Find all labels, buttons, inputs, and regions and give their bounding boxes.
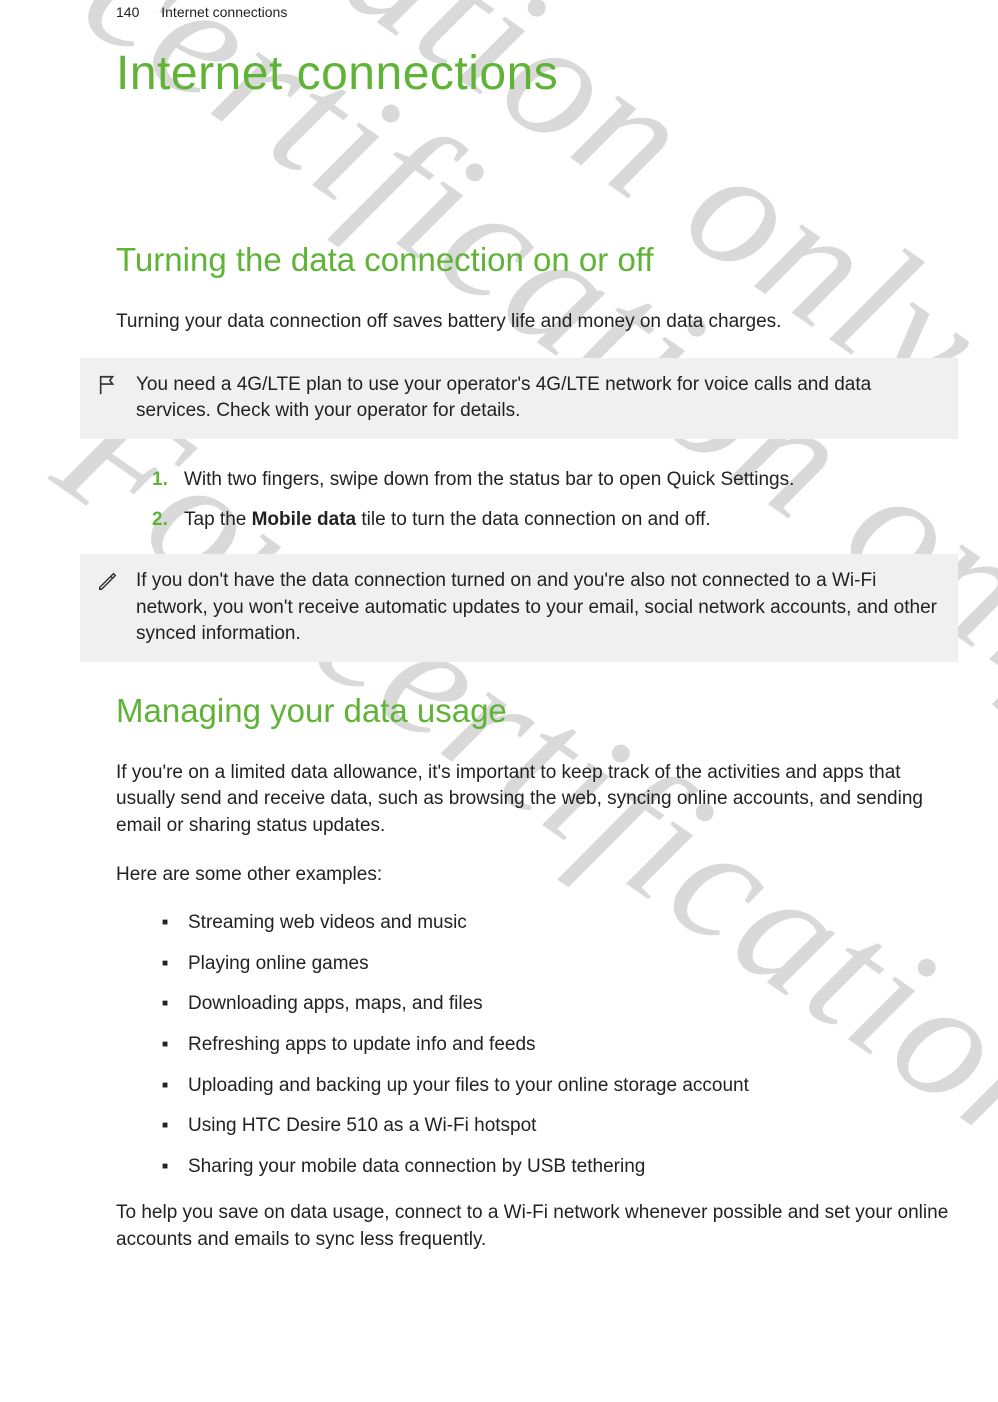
list-item: Refreshing apps to update info and feeds bbox=[162, 1032, 958, 1059]
step-text-suffix: tile to turn the data connection on and … bbox=[356, 509, 711, 530]
chapter-title: Internet connections bbox=[116, 46, 958, 101]
step-item: 1. With two fingers, swipe down from the… bbox=[152, 467, 958, 494]
list-item: Sharing your mobile data connection by U… bbox=[162, 1154, 958, 1181]
step-item: 2. Tap the Mobile data tile to turn the … bbox=[152, 507, 958, 534]
step-number: 2. bbox=[152, 507, 170, 534]
section2-p3: To help you save on data usage, connect … bbox=[116, 1200, 958, 1253]
steps-list: 1. With two fingers, swipe down from the… bbox=[152, 467, 958, 534]
examples-list: Streaming web videos and music Playing o… bbox=[162, 910, 958, 1180]
header-section-name: Internet connections bbox=[161, 4, 305, 20]
step-text: With two fingers, swipe down from the st… bbox=[184, 467, 794, 494]
callout-text: You need a 4G/LTE plan to use your opera… bbox=[136, 372, 938, 425]
page-header: 140 Internet connections bbox=[116, 0, 958, 20]
list-item: Downloading apps, maps, and files bbox=[162, 991, 958, 1018]
pencil-icon bbox=[96, 568, 120, 648]
page-number: 140 bbox=[116, 4, 157, 20]
manual-page: 140 Internet connections Internet connec… bbox=[0, 0, 998, 1253]
flag-icon bbox=[96, 372, 120, 425]
list-item: Streaming web videos and music bbox=[162, 910, 958, 937]
list-item: Uploading and backing up your files to y… bbox=[162, 1073, 958, 1100]
step-text-prefix: Tap the bbox=[184, 509, 252, 530]
step-text-bold: Mobile data bbox=[252, 509, 357, 530]
section-title: Turning the data connection on or off bbox=[116, 241, 958, 279]
step-number: 1. bbox=[152, 467, 170, 494]
list-item: Using HTC Desire 510 as a Wi-Fi hotspot bbox=[162, 1113, 958, 1140]
section1-intro: Turning your data connection off saves b… bbox=[116, 309, 958, 336]
section2-p1: If you're on a limited data allowance, i… bbox=[116, 760, 958, 840]
step-text: Tap the Mobile data tile to turn the dat… bbox=[184, 507, 711, 534]
section2-p2: Here are some other examples: bbox=[116, 862, 958, 889]
requirement-callout: You need a 4G/LTE plan to use your opera… bbox=[80, 358, 958, 439]
note-callout: If you don't have the data connection tu… bbox=[80, 554, 958, 662]
list-item: Playing online games bbox=[162, 951, 958, 978]
callout-text: If you don't have the data connection tu… bbox=[136, 568, 938, 648]
section-title: Managing your data usage bbox=[116, 692, 958, 730]
